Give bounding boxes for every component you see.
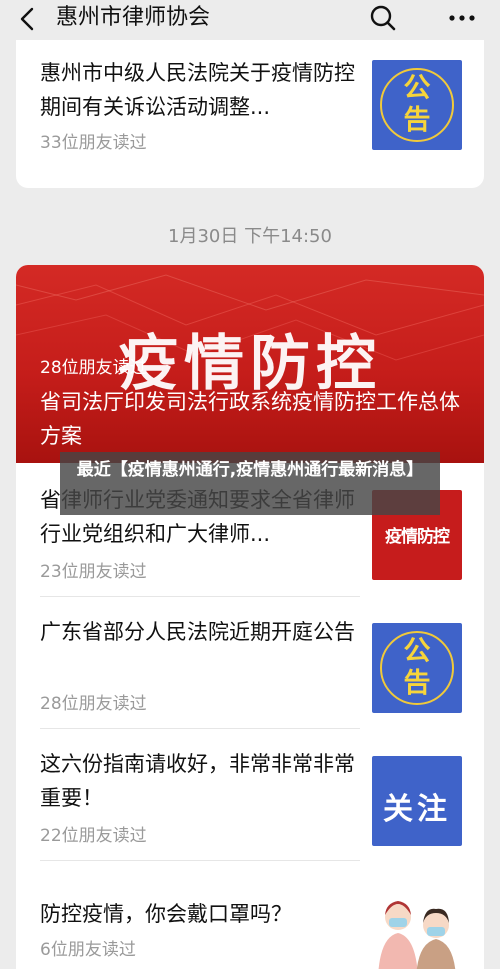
article-thumbnail: 公 告 — [372, 623, 462, 713]
hero-article[interactable]: 疫情防控 28位朋友读过 省司法厅印发司法行政系统疫情防控工作总体方案 — [16, 265, 484, 463]
article-card-main: 疫情防控 28位朋友读过 省司法厅印发司法行政系统疫情防控工作总体方案 省律师行… — [16, 265, 484, 969]
thumbnail-text: 关注 — [383, 792, 451, 827]
notice-glyph: 告 — [403, 105, 431, 136]
article-title: 防控疫情，你会戴口罩吗？ — [40, 902, 292, 926]
thumbnail-text: 疫情防控 — [385, 527, 450, 547]
notice-glyph: 告 — [403, 668, 431, 699]
article-title: 惠州市中级人民法院关于疫情防控期间有关诉讼活动调整... — [40, 61, 355, 119]
caption-overlay: 最近【疫情惠州通行,疫情惠州通行最新消息】 — [60, 452, 440, 515]
account-title: 惠州市律师协会 — [56, 5, 211, 30]
article-item[interactable]: 这六份指南请收好，非常非常非常重要！ 22位朋友读过 关注 — [16, 729, 484, 863]
more-icon[interactable] — [448, 8, 476, 28]
article-title: 这六份指南请收好，非常非常非常重要！ — [40, 752, 355, 810]
article-read-count: 22位朋友读过 — [40, 826, 147, 846]
article-thumbnail: 公 告 — [372, 60, 462, 150]
article-item[interactable]: 防控疫情，你会戴口罩吗？ 6位朋友读过 — [16, 861, 484, 969]
article-item[interactable]: 广东省部分人民法院近期开庭公告 28位朋友读过 公 告 — [16, 597, 484, 731]
masked-people-icon — [378, 901, 456, 969]
caption-text: 最近【疫情惠州通行,疫情惠州通行最新消息】 — [76, 460, 424, 480]
date-separator: 1月30日 下午14:50 — [168, 226, 332, 247]
article-thumbnail — [372, 887, 462, 969]
article-thumbnail: 关注 — [372, 756, 462, 846]
search-icon[interactable] — [369, 4, 397, 32]
article-title: 省司法厅印发司法行政系统疫情防控工作总体方案 — [40, 390, 460, 448]
notice-glyph: 公 — [403, 636, 431, 667]
top-bar: 惠州市律师协会 — [0, 0, 500, 40]
notice-glyph: 公 — [403, 73, 431, 104]
article-read-count: 28位朋友读过 — [40, 694, 147, 714]
article-read-count: 28位朋友读过 — [40, 358, 147, 378]
article-title: 广东省部分人民法院近期开庭公告 — [40, 620, 355, 644]
article-read-count: 23位朋友读过 — [40, 562, 147, 582]
article-card-previous: 惠州市中级人民法院关于疫情防控期间有关诉讼活动调整... 33位朋友读过 公 告 — [16, 40, 484, 188]
back-arrow-icon[interactable] — [16, 6, 42, 32]
article-read-count: 6位朋友读过 — [40, 940, 136, 960]
article-read-count: 33位朋友读过 — [40, 133, 147, 153]
